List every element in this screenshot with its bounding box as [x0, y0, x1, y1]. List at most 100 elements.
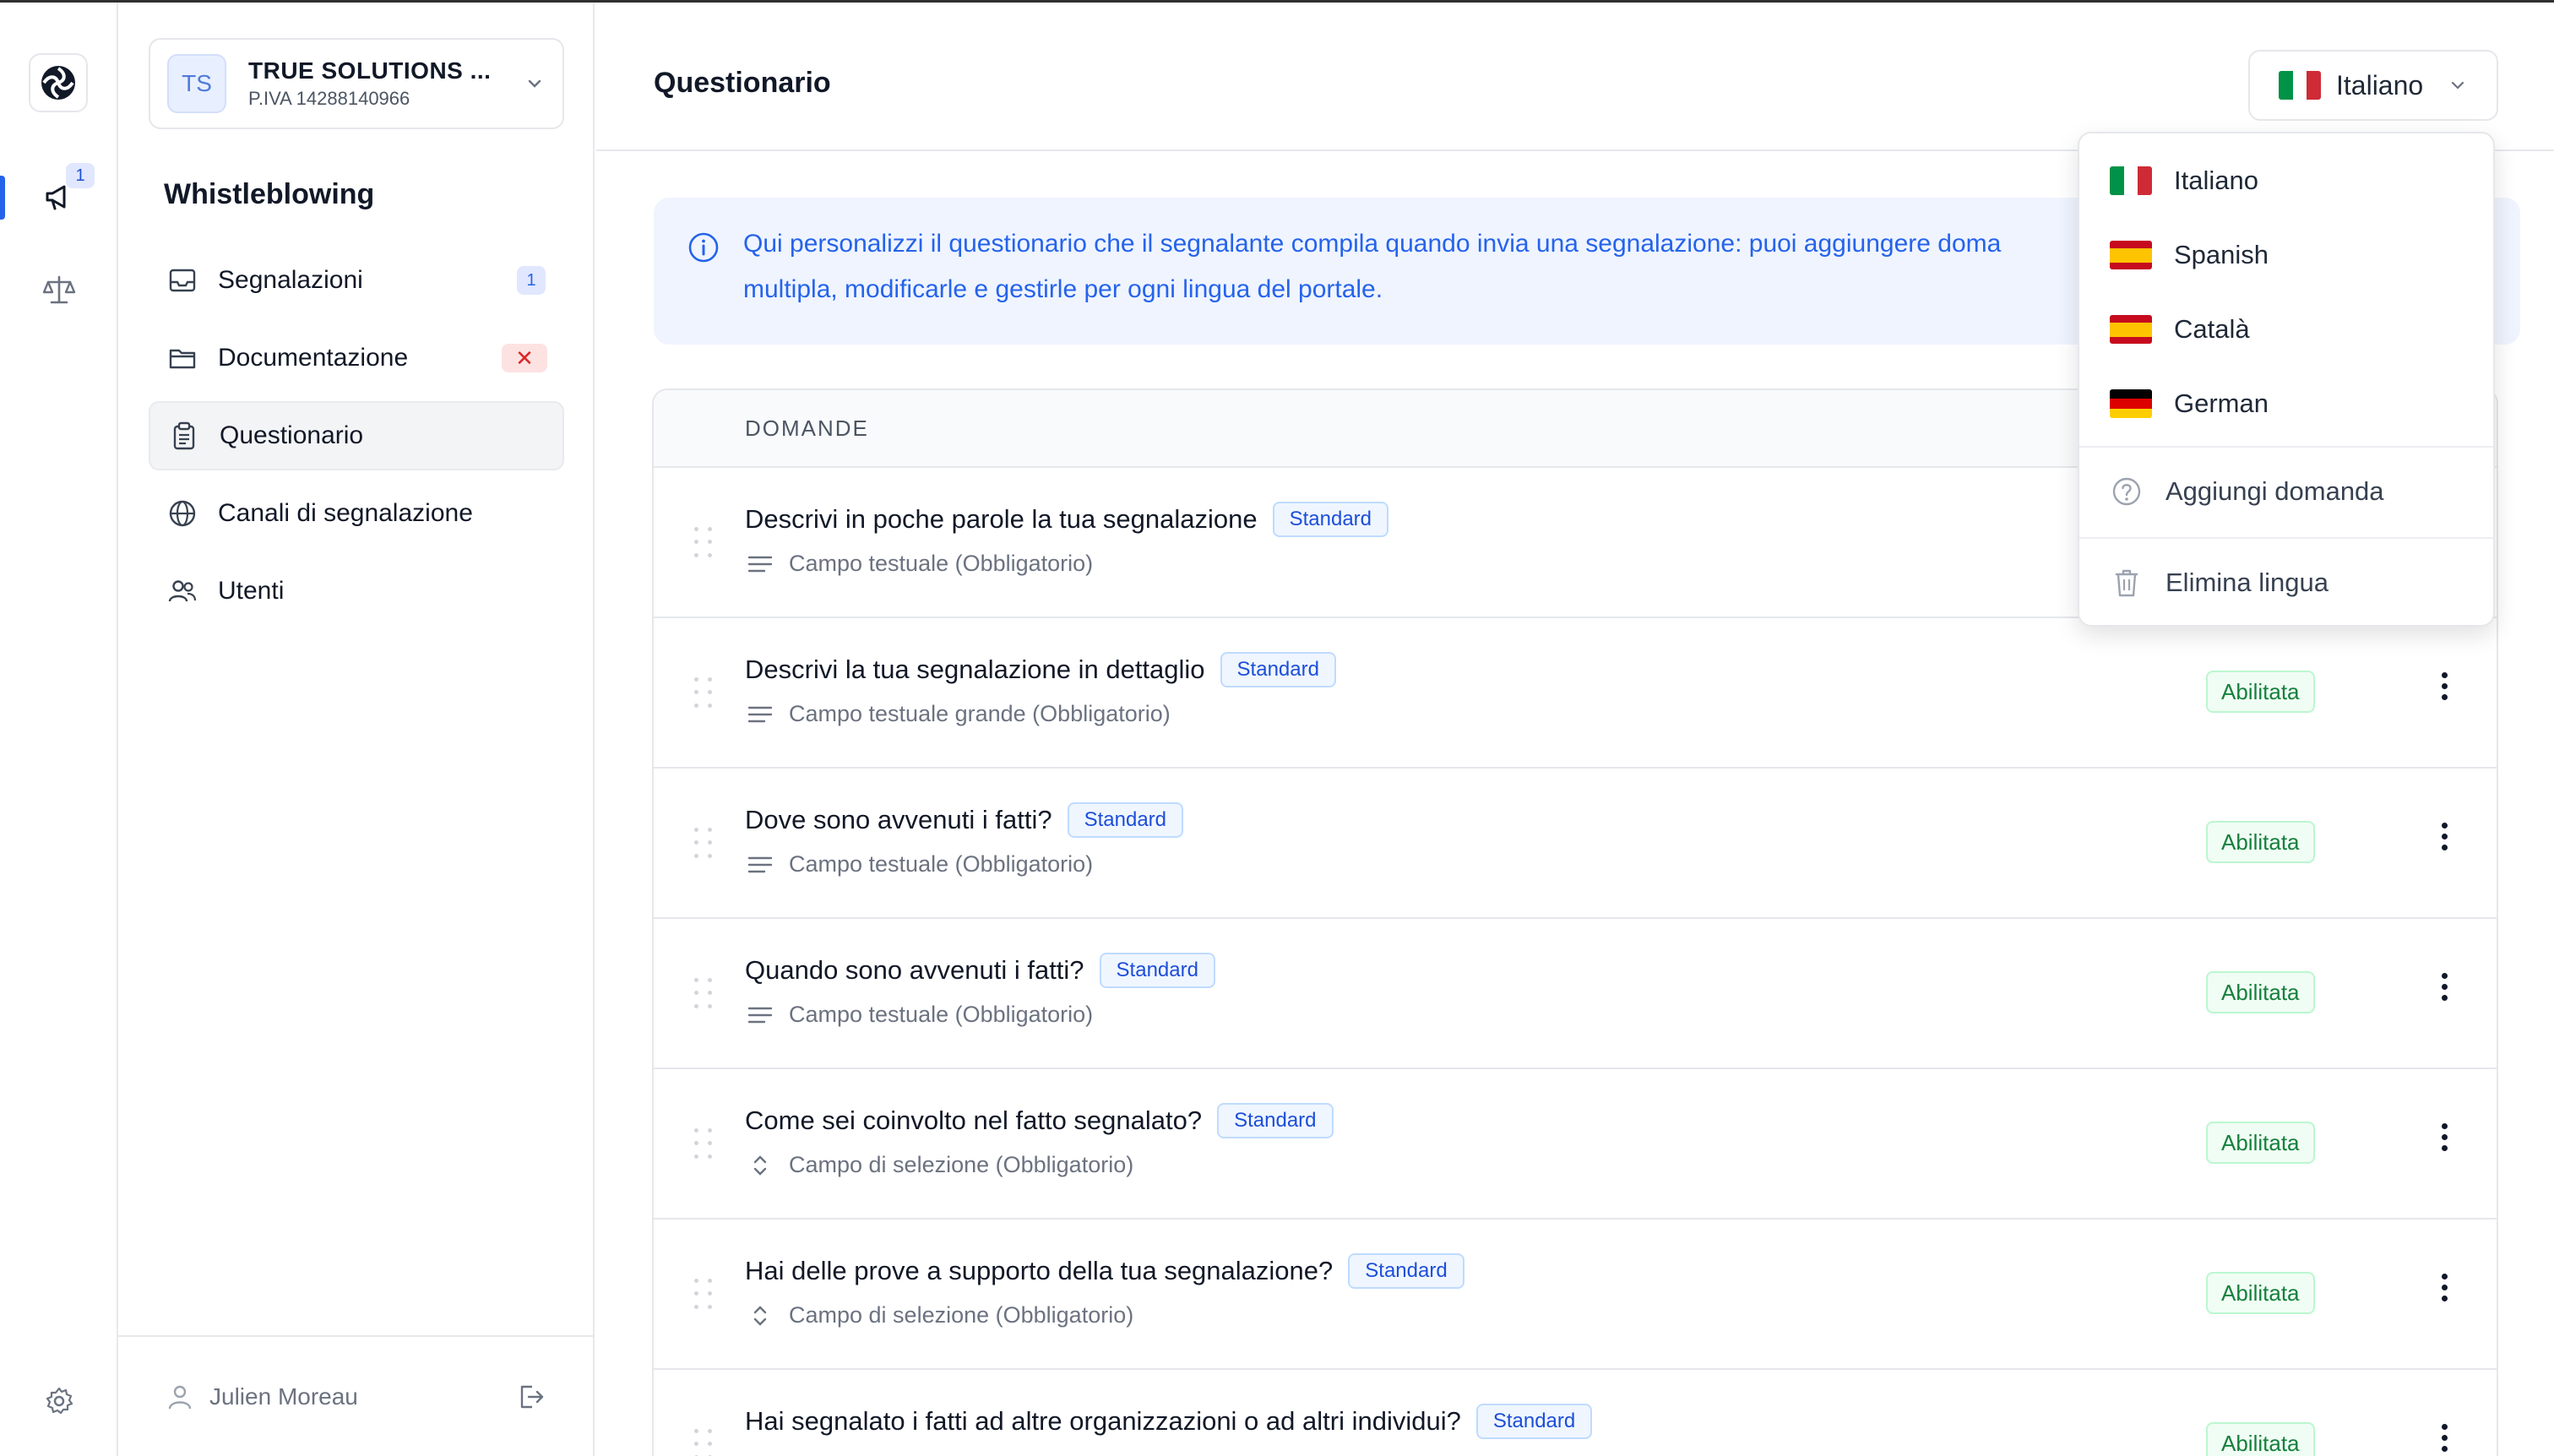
- scale-icon: [42, 275, 76, 304]
- standard-tag: Standard: [1220, 652, 1336, 687]
- status-badge: Abilitata: [2206, 821, 2315, 863]
- table-row[interactable]: Hai segnalato i fatti ad altre organizza…: [654, 1370, 2497, 1456]
- more-options-icon[interactable]: [2427, 1111, 2461, 1162]
- status-badge: Abilitata: [2206, 1122, 2315, 1164]
- table-row[interactable]: Hai delle prove a supporto della tua seg…: [654, 1220, 2497, 1370]
- main-header: Questionario Italiano: [596, 3, 2554, 151]
- chevron-down-icon: [2451, 81, 2464, 90]
- add-question-label: Aggiungi domanda: [2165, 476, 2384, 506]
- rail-compliance[interactable]: [0, 264, 118, 315]
- sidebar-item-canali[interactable]: Canali di segnalazione: [149, 479, 564, 548]
- status-badge: Abilitata: [2206, 671, 2315, 713]
- table-row[interactable]: Quando sono avvenuti i fatti? Standard Ca…: [654, 919, 2497, 1069]
- lines-icon: [745, 702, 775, 727]
- inbox-icon: [166, 263, 199, 297]
- logout-icon[interactable]: [517, 1383, 546, 1411]
- sidebar-item-utenti[interactable]: Utenti: [149, 557, 564, 626]
- question-title: Quando sono avvenuti i fatti?: [745, 955, 1084, 985]
- trash-icon: [2110, 566, 2144, 600]
- language-option-catala[interactable]: Català: [2079, 292, 2493, 367]
- lines-icon: [745, 852, 775, 877]
- delete-language-label: Elimina lingua: [2165, 568, 2328, 597]
- language-selector-label: Italiano: [2336, 69, 2424, 101]
- question-title: Hai segnalato i fatti ad altre organizza…: [745, 1406, 1461, 1436]
- sidebar: TS TRUE SOLUTIONS ... P.IVA 14288140966 …: [118, 3, 595, 1456]
- more-options-icon[interactable]: [2427, 1262, 2461, 1312]
- sidebar-item-label: Utenti: [218, 577, 285, 605]
- count-badge: 1: [517, 266, 546, 295]
- standard-tag: Standard: [1348, 1253, 1464, 1289]
- delete-language-button[interactable]: Elimina lingua: [2079, 539, 2493, 627]
- status-badge: Abilitata: [2206, 1422, 2315, 1456]
- status-badge: Abilitata: [2206, 1272, 2315, 1314]
- gear-icon: [46, 1387, 73, 1415]
- sidebar-item-label: Canali di segnalazione: [218, 499, 473, 527]
- language-option-label: Italiano: [2174, 166, 2258, 195]
- italy-flag-icon: [2279, 71, 2321, 100]
- table-row[interactable]: Dove sono avvenuti i fatti? Standard Camp…: [654, 769, 2497, 919]
- table-row[interactable]: Come sei coinvolto nel fatto segnalato? S…: [654, 1069, 2497, 1220]
- rail-whistleblowing[interactable]: [0, 171, 118, 222]
- chevron-down-icon: [528, 79, 541, 88]
- drag-handle-icon[interactable]: [694, 1429, 715, 1456]
- question-title: Descrivi in poche parole la tua segnalaz…: [745, 504, 1258, 534]
- chevron-updown-icon: [745, 1153, 775, 1178]
- standard-tag: Standard: [1067, 802, 1184, 838]
- question-type: Campo testuale grande (Obbligatorio): [789, 701, 1171, 726]
- info-icon: [688, 232, 719, 263]
- lines-icon: [745, 551, 775, 577]
- language-option-label: German: [2174, 388, 2269, 418]
- question-title: Descrivi la tua segnalazione in dettagli…: [745, 655, 1205, 684]
- logo-icon: [41, 66, 75, 100]
- spain-flag-icon: [2110, 315, 2152, 344]
- sidebar-item-segnalazioni[interactable]: Segnalazioni 1: [149, 246, 564, 315]
- org-vat: P.IVA 14288140966: [248, 88, 410, 109]
- sidebar-item-label: Questionario: [220, 421, 364, 449]
- org-avatar: TS: [167, 54, 226, 113]
- status-badge: Abilitata: [2206, 971, 2315, 1013]
- drag-handle-icon[interactable]: [694, 828, 715, 861]
- app-logo[interactable]: [29, 53, 88, 112]
- sidebar-item-label: Segnalazioni: [218, 266, 363, 294]
- spain-flag-icon: [2110, 241, 2152, 269]
- lines-icon: [745, 1002, 775, 1028]
- question-type: Campo di selezione (Obbligatorio): [789, 1302, 1134, 1328]
- sidebar-item-label: Documentazione: [218, 344, 409, 372]
- drag-handle-icon[interactable]: [694, 978, 715, 1012]
- question-title: Dove sono avvenuti i fatti?: [745, 805, 1052, 834]
- table-row[interactable]: Descrivi la tua segnalazione in dettagli…: [654, 618, 2497, 769]
- question-title: Come sei coinvolto nel fatto segnalato?: [745, 1106, 1203, 1135]
- language-dropdown-menu: Italiano Spanish Català German Aggiungi …: [2078, 132, 2495, 627]
- sidebar-item-questionario[interactable]: Questionario: [149, 401, 564, 470]
- drag-handle-icon[interactable]: [694, 1279, 715, 1312]
- drag-handle-icon[interactable]: [694, 677, 715, 711]
- section-title: Whistleblowing: [164, 178, 375, 210]
- more-options-icon[interactable]: [2427, 1412, 2461, 1456]
- language-option-italiano[interactable]: Italiano: [2079, 144, 2493, 218]
- sidebar-item-documentazione[interactable]: Documentazione ✕: [149, 323, 564, 393]
- user-name: Julien Moreau: [209, 1383, 358, 1410]
- language-option-german[interactable]: German: [2079, 367, 2493, 441]
- more-options-icon[interactable]: [2427, 961, 2461, 1012]
- question-type: Campo di selezione (Obbligatorio): [789, 1152, 1134, 1177]
- add-question-button[interactable]: Aggiungi domanda: [2079, 448, 2493, 535]
- globe-icon: [166, 497, 199, 530]
- italy-flag-icon: [2110, 166, 2152, 195]
- drag-handle-icon[interactable]: [694, 527, 715, 561]
- settings-button[interactable]: [37, 1379, 81, 1423]
- user-profile: Julien Moreau: [118, 1335, 593, 1456]
- question-title: Hai delle prove a supporto della tua seg…: [745, 1256, 1334, 1285]
- standard-tag: Standard: [1475, 1404, 1593, 1439]
- question-circle-icon: [2110, 475, 2144, 508]
- standard-tag: Standard: [1099, 953, 1215, 988]
- question-type: Campo testuale (Obbligatorio): [789, 851, 1094, 877]
- language-selector[interactable]: Italiano: [2248, 50, 2498, 121]
- organization-switcher[interactable]: TS TRUE SOLUTIONS ... P.IVA 14288140966: [149, 38, 564, 129]
- more-options-icon[interactable]: [2427, 660, 2461, 711]
- more-options-icon[interactable]: [2427, 811, 2461, 861]
- germany-flag-icon: [2110, 389, 2152, 418]
- standard-tag: Standard: [1217, 1103, 1334, 1138]
- icon-rail: 1: [0, 3, 118, 1456]
- drag-handle-icon[interactable]: [694, 1128, 715, 1162]
- language-option-spanish[interactable]: Spanish: [2079, 218, 2493, 292]
